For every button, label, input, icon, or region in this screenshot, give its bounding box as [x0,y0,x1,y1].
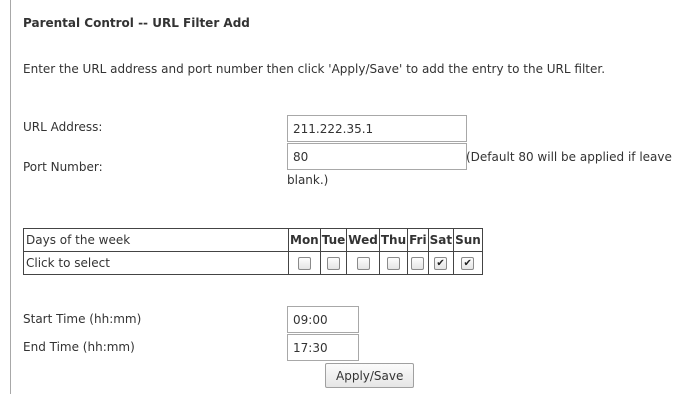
day-checkbox-mon[interactable] [297,257,311,270]
start-time-label: Start Time (hh:mm) [23,312,142,326]
days-of-week-label: Days of the week [23,228,289,252]
port-number-label: Port Number: [23,160,103,174]
day-checkbox-tue[interactable] [327,257,341,270]
days-of-week-table: Days of the week Mon Tue Wed Thu Fri Sat… [23,228,483,275]
day-checkbox-wed[interactable] [356,257,370,270]
start-time-input[interactable] [287,306,359,333]
days-select-row: Click to select [23,251,483,275]
day-checkbox-thu[interactable] [386,257,400,270]
end-time-input[interactable] [287,334,359,361]
end-time-label: End Time (hh:mm) [23,340,135,354]
days-header-row: Days of the week Mon Tue Wed Thu Fri Sat… [23,228,483,252]
day-label-sun: Sun [453,228,483,252]
url-address-label: URL Address: [23,120,103,134]
port-hint-text: (Default 80 will be applied if leave [466,150,672,164]
instructions-text: Enter the URL address and port number th… [23,62,606,76]
apply-save-button[interactable]: Apply/Save [325,363,415,388]
day-label-wed: Wed [346,228,380,252]
day-label-sat: Sat [427,228,455,252]
day-label-fri: Fri [407,228,429,252]
url-address-input[interactable] [287,115,467,142]
port-hint-text-continued: blank.) [287,173,329,187]
day-checkbox-fri[interactable] [411,257,425,270]
click-to-select-label: Click to select [23,251,289,275]
day-checkbox-sat[interactable] [434,257,448,270]
page-title: Parental Control -- URL Filter Add [23,16,250,30]
day-label-mon: Mon [288,228,321,252]
port-number-input[interactable] [287,143,467,170]
day-label-thu: Thu [378,228,409,252]
day-label-tue: Tue [319,228,348,252]
day-checkbox-sun[interactable] [461,257,475,270]
